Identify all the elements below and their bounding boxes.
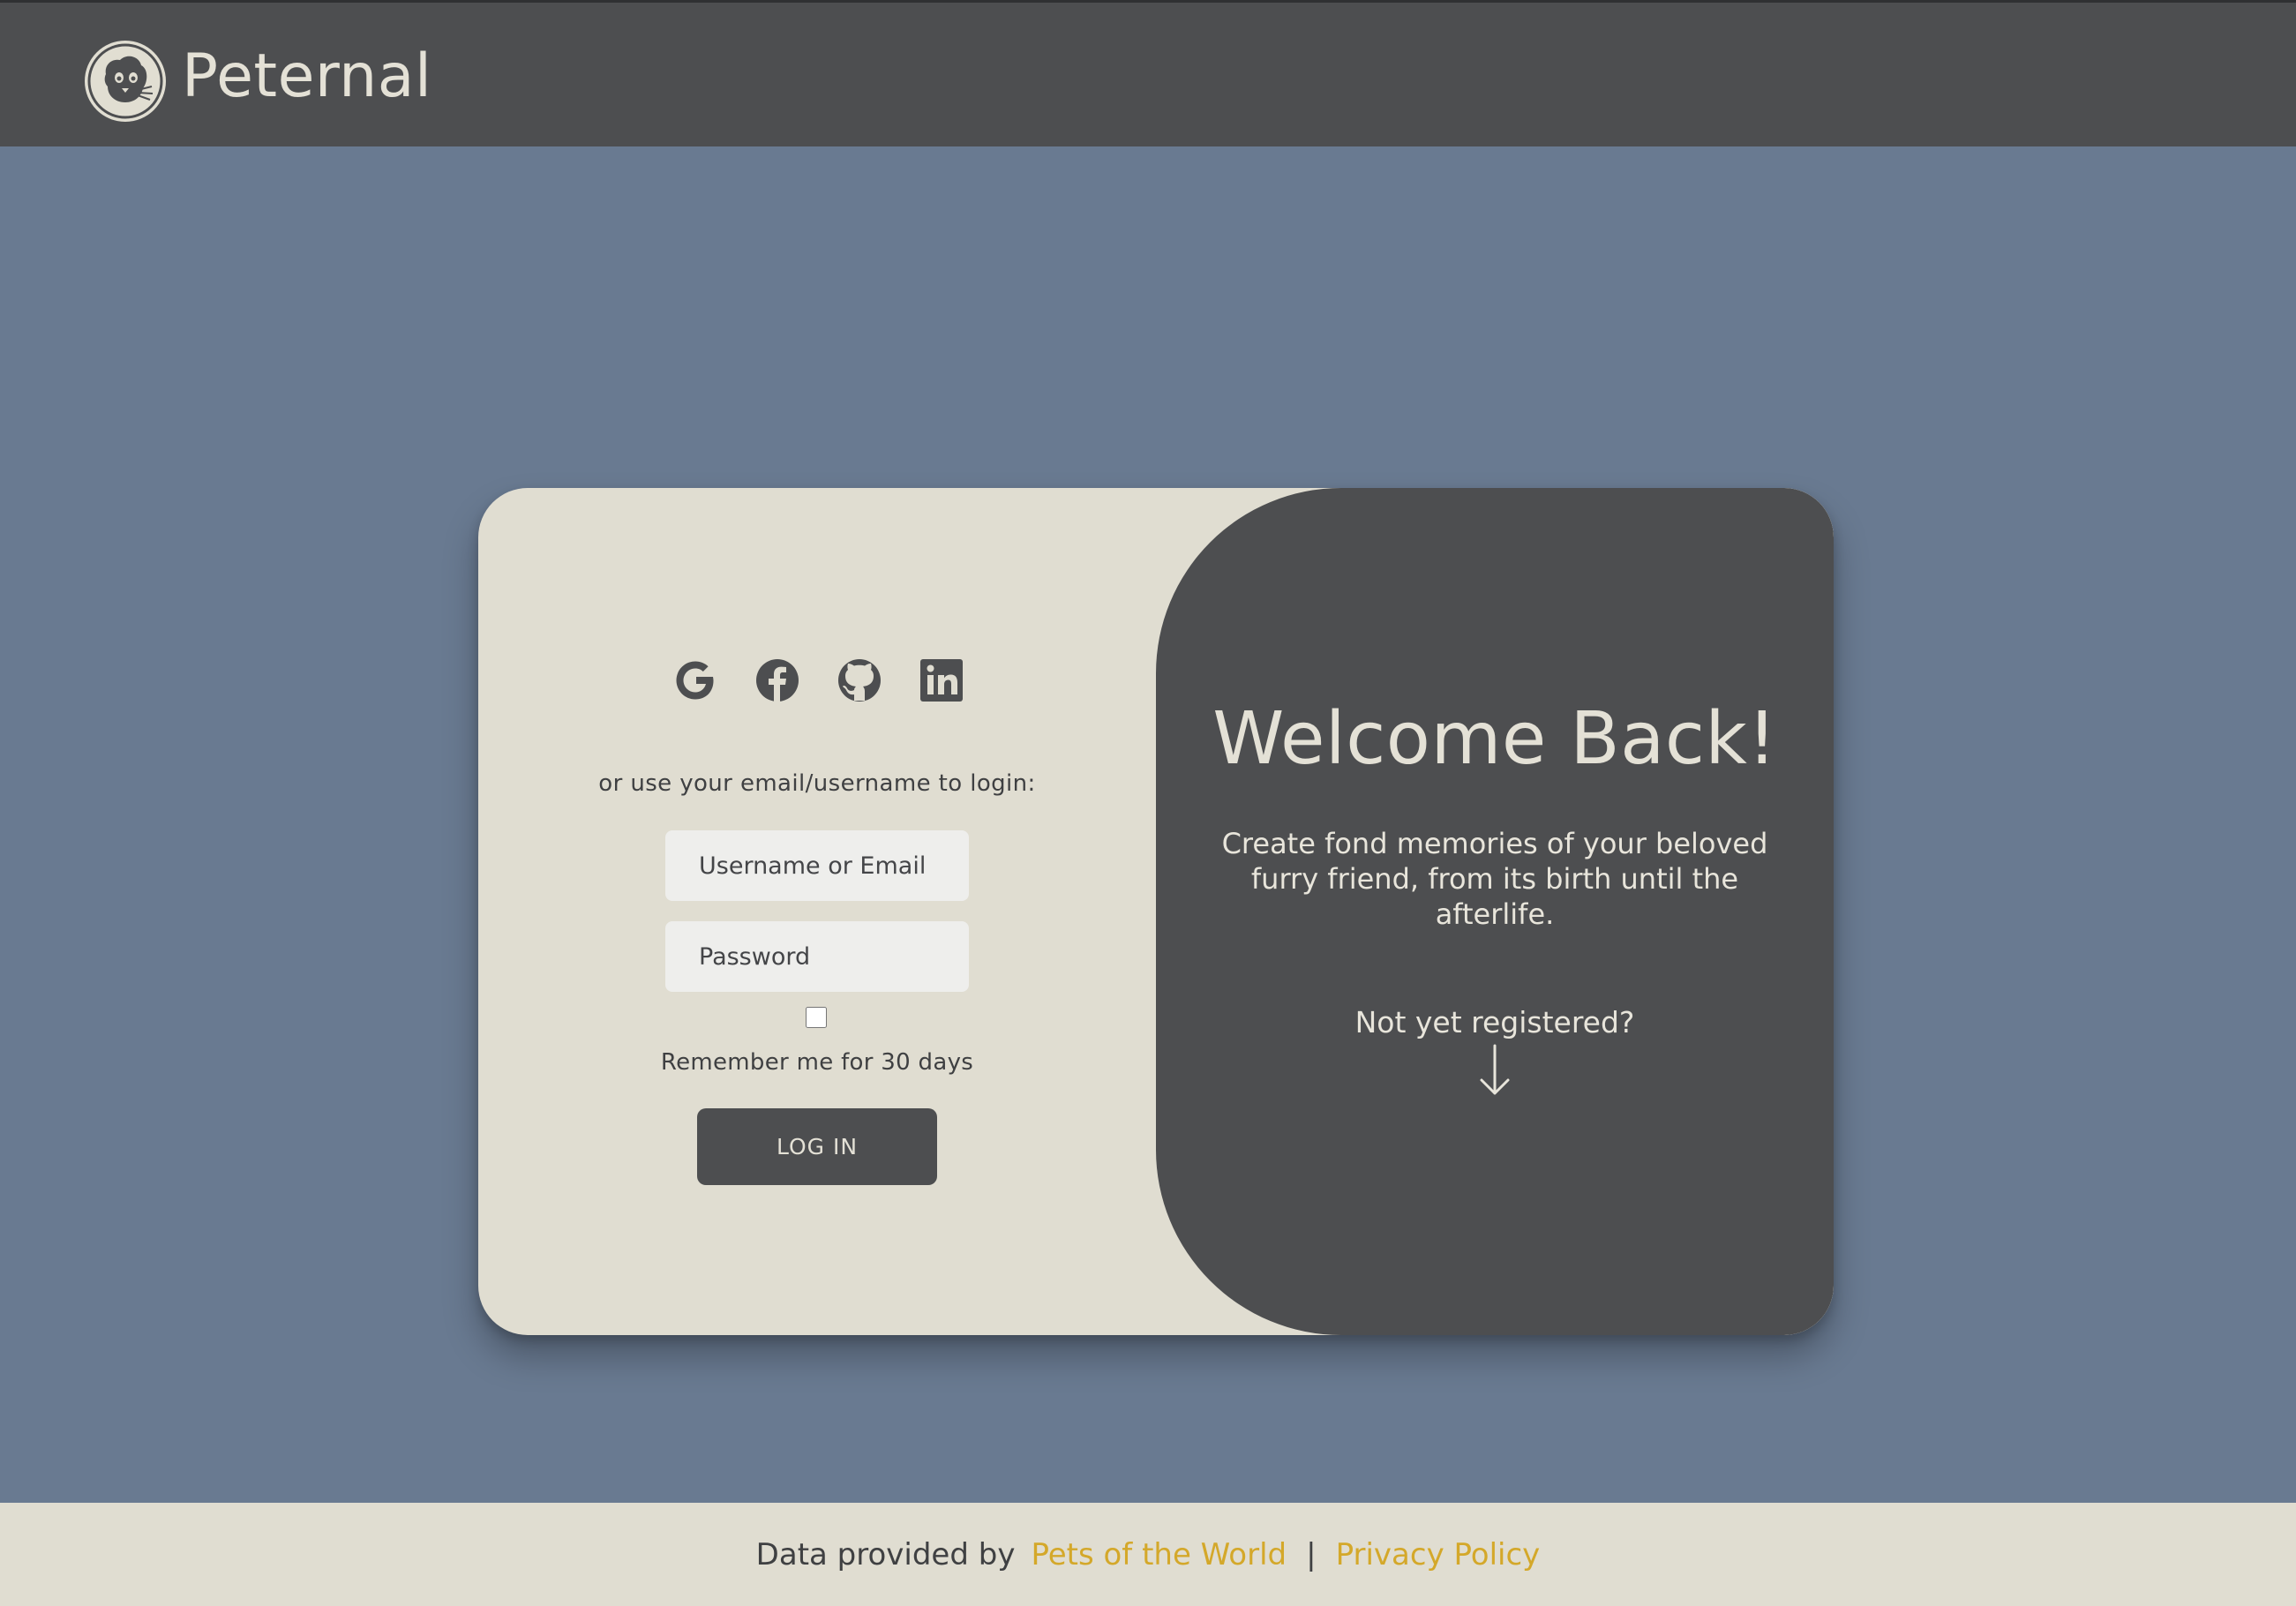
- remember-me-label: Remember me for 30 days: [660, 1049, 974, 1076]
- pet-face-icon[interactable]: [85, 41, 166, 122]
- pets-of-the-world-link[interactable]: Pets of the World: [1031, 1537, 1287, 1572]
- remember-me-checkbox[interactable]: [806, 1007, 827, 1028]
- register-prompt[interactable]: Not yet registered?: [1156, 1005, 1834, 1039]
- welcome-tagline: Create fond memories of your beloved fur…: [1221, 827, 1768, 931]
- facebook-icon[interactable]: [753, 656, 802, 705]
- username-input[interactable]: [665, 830, 969, 901]
- footer: Data provided by Pets of the World | Pri…: [0, 1503, 2296, 1606]
- privacy-policy-link[interactable]: Privacy Policy: [1336, 1537, 1541, 1572]
- footer-credit-text: Data provided by: [755, 1536, 1016, 1572]
- password-input[interactable]: [665, 921, 969, 992]
- brand-name[interactable]: Peternal: [182, 36, 431, 117]
- social-login-row: [671, 656, 1041, 709]
- arrow-down-icon[interactable]: [1474, 1042, 1515, 1099]
- github-icon[interactable]: [835, 656, 884, 705]
- footer-separator: |: [1306, 1536, 1317, 1572]
- login-card: or use your email/username to login: Rem…: [478, 488, 1834, 1335]
- welcome-title: Welcome Back!: [1212, 697, 1777, 781]
- google-icon[interactable]: [671, 656, 720, 705]
- login-hint: or use your email/username to login:: [598, 770, 1036, 797]
- welcome-panel: Welcome Back! Create fond memories of yo…: [1156, 488, 1834, 1335]
- linkedin-icon[interactable]: [917, 656, 966, 705]
- log-in-button[interactable]: LOG IN: [697, 1108, 937, 1185]
- top-nav-bar: Peternal: [0, 0, 2296, 146]
